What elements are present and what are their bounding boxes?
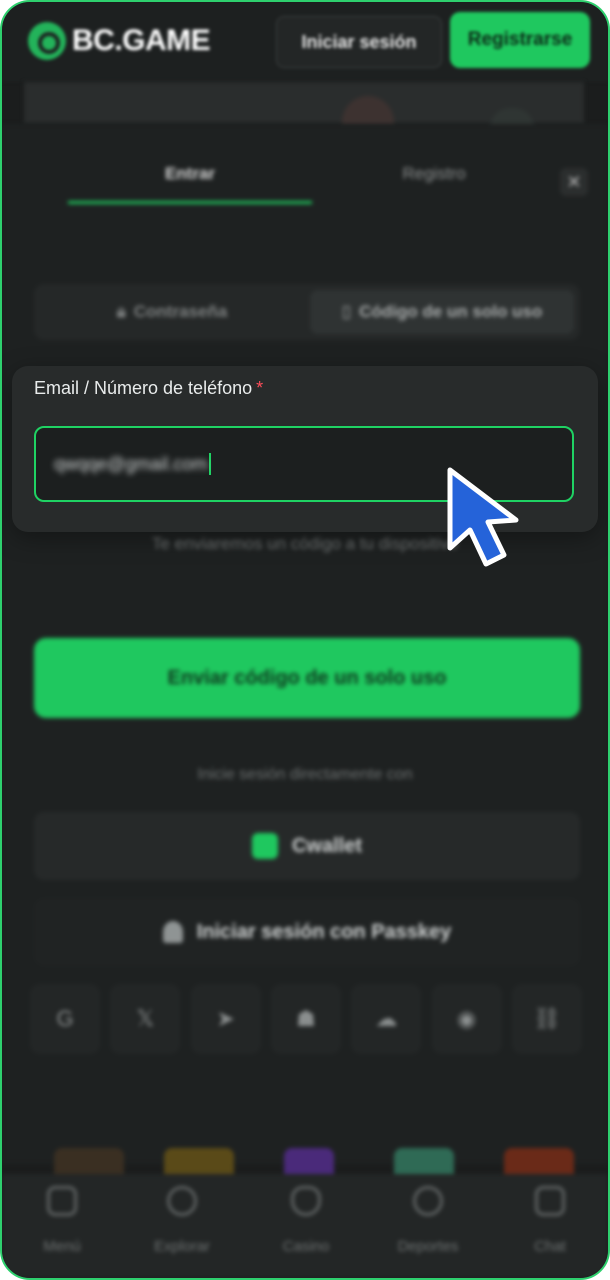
cloud-icon[interactable]: ☁ <box>351 984 422 1054</box>
auth-tabs: Entrar Registro ✕ <box>2 144 608 204</box>
explore-icon <box>167 1186 197 1216</box>
email-field-label: Email / Número de teléfono * <box>34 378 263 399</box>
close-icon[interactable]: ✕ <box>560 168 588 196</box>
promo-banner <box>24 82 584 128</box>
brand-name: BC.GAME <box>72 24 211 57</box>
cwallet-icon <box>251 833 278 859</box>
google-icon[interactable]: G <box>30 984 100 1054</box>
auth-mode-switch: 🔒︎ Contraseña ▯ Código de un solo uso <box>34 284 580 340</box>
link-icon[interactable]: ⛓ <box>511 984 582 1054</box>
pointer-cursor-icon <box>447 467 519 567</box>
cwallet-label: Cwallet <box>291 834 363 857</box>
telegram-icon[interactable]: ➤ <box>190 984 261 1054</box>
mode-password-label: Contraseña <box>133 302 228 321</box>
nav-sports-label: Deportes <box>397 1238 459 1255</box>
phone-frame: BC.GAME Iniciar sesión Registrarse Entra… <box>0 0 610 1280</box>
nav-casino[interactable]: Casino <box>256 1186 356 1255</box>
register-button[interactable]: Registrarse <box>450 12 590 68</box>
mode-otp[interactable]: ▯ Código de un solo uso <box>310 290 574 334</box>
phone-icon: ▯ <box>341 302 352 321</box>
nav-chat-label: Chat <box>534 1238 566 1255</box>
banner-character-image <box>342 96 394 126</box>
nav-menu[interactable]: Menú <box>12 1186 112 1255</box>
casino-icon <box>291 1186 321 1216</box>
lock-icon: 🔒︎ <box>116 302 126 321</box>
text-caret <box>209 453 212 475</box>
send-code-button[interactable]: Enviar código de un solo uso <box>34 638 580 718</box>
bottom-nav: Menú Explorar Casino Deportes Chat <box>2 1174 608 1278</box>
sports-icon <box>413 1186 443 1216</box>
cwallet-button[interactable]: Cwallet <box>34 812 580 880</box>
nav-casino-label: Casino <box>282 1238 330 1255</box>
direct-login-text: Inicie sesión directamente con <box>197 766 413 783</box>
top-bar: BC.GAME Iniciar sesión Registrarse <box>2 2 608 82</box>
nav-menu-label: Menú <box>43 1238 81 1255</box>
email-value: qwqqe@gmail.com <box>54 453 208 474</box>
chat-icon <box>535 1186 565 1216</box>
nav-explore[interactable]: Explorar <box>132 1186 232 1255</box>
passkey-icon <box>162 921 183 943</box>
nav-chat[interactable]: Chat <box>500 1186 600 1255</box>
social-login-row: G 𝕏 ➤ ☗ ☁ ◉ ⛓ <box>30 984 582 1054</box>
mode-password[interactable]: 🔒︎ Contraseña <box>40 290 304 334</box>
passkey-label: Iniciar sesión con Passkey <box>196 920 452 943</box>
login-button[interactable]: Iniciar sesión <box>276 16 442 68</box>
whatsapp-icon[interactable]: ◉ <box>431 984 502 1054</box>
tab-register[interactable]: Registro <box>312 144 556 204</box>
tab-login[interactable]: Entrar <box>68 144 312 204</box>
nav-sports[interactable]: Deportes <box>378 1186 478 1255</box>
logo-icon <box>28 22 66 60</box>
passkey-button[interactable]: Iniciar sesión con Passkey <box>34 898 580 966</box>
login-modal: Entrar Registro ✕ 🔒︎ Contraseña ▯ Código… <box>2 124 608 1186</box>
x-icon[interactable]: 𝕏 <box>110 984 181 1054</box>
nav-explore-label: Explorar <box>154 1238 210 1255</box>
menu-icon <box>47 1186 77 1216</box>
brand-logo[interactable]: BC.GAME <box>28 22 211 60</box>
steam-icon[interactable]: ☗ <box>270 984 341 1054</box>
required-mark: * <box>256 378 264 398</box>
email-label-text: Email / Número de teléfono <box>34 378 253 398</box>
mode-otp-label: Código de un solo uso <box>359 302 543 321</box>
